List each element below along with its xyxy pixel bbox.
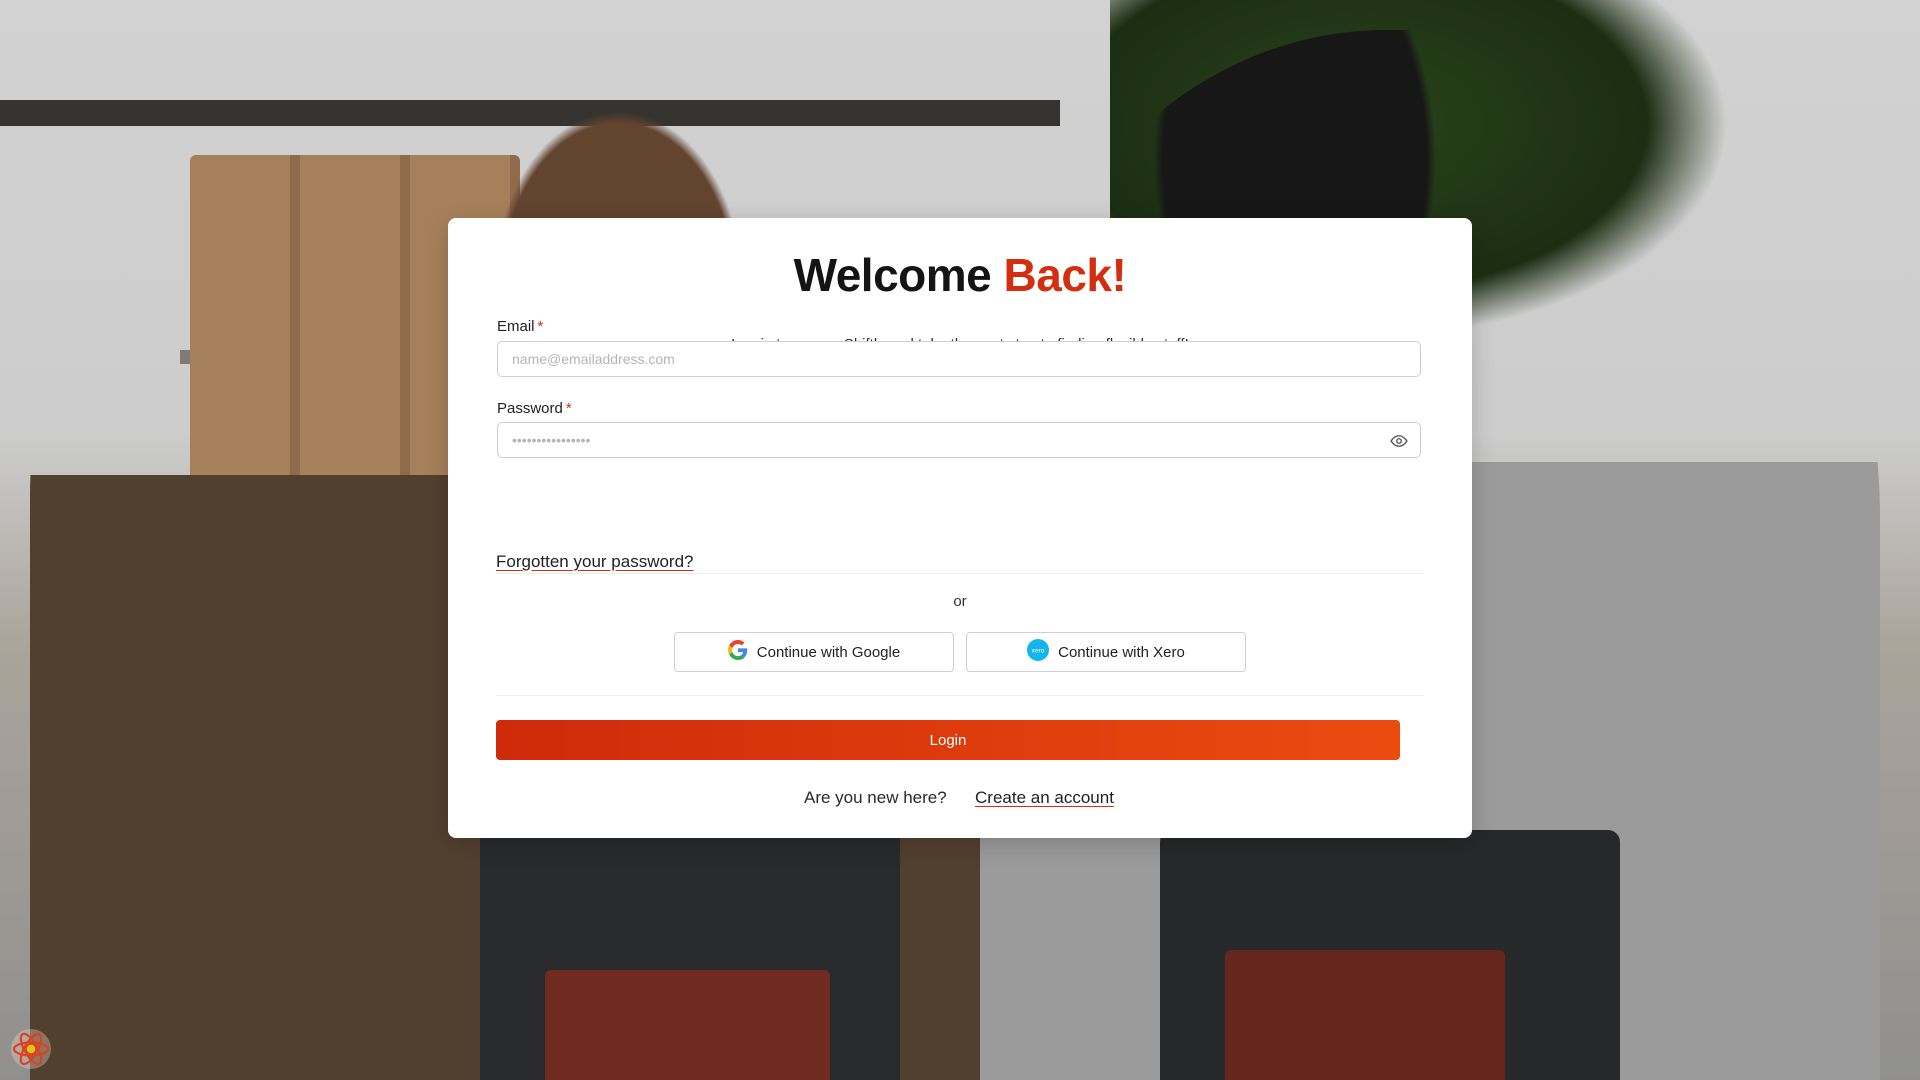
login-card: Welcome Back! Log in to access Shiftly a… [448,218,1472,838]
signup-prompt: Are you new here? [804,788,947,807]
create-account-link[interactable]: Create an account [975,788,1114,808]
email-field[interactable] [498,342,1420,376]
email-required-mark: * [537,318,544,335]
email-label-text: Email [497,318,535,335]
title-accent: Back! [1003,249,1127,301]
password-required-mark: * [565,400,572,417]
xero-logo-icon: xero [1027,639,1050,665]
google-logo-icon [727,640,748,664]
xero-button-label: Continue with Xero [1058,643,1185,661]
page-title: Welcome Back! [448,248,1472,302]
email-field-wrapper [497,341,1421,377]
xero-login-button[interactable]: xero Continue with Xero [966,632,1246,672]
password-label: Password * [497,400,572,417]
divider-top [496,573,1424,574]
divider-bottom [496,695,1424,696]
password-field[interactable] [498,423,1420,457]
forgot-password-link[interactable]: Forgotten your password? [496,552,694,572]
svg-text:xero: xero [1032,648,1045,655]
eye-icon[interactable] [1390,432,1408,450]
title-main: Welcome [793,249,992,301]
email-label: Email * [497,318,543,335]
login-button[interactable]: Login [496,720,1400,760]
password-field-wrapper [497,422,1421,458]
or-separator: or [953,593,967,610]
google-login-button[interactable]: Continue with Google [674,632,954,672]
react-devtools-icon[interactable] [10,1028,52,1070]
password-label-text: Password [497,400,563,417]
google-button-label: Continue with Google [756,643,901,661]
